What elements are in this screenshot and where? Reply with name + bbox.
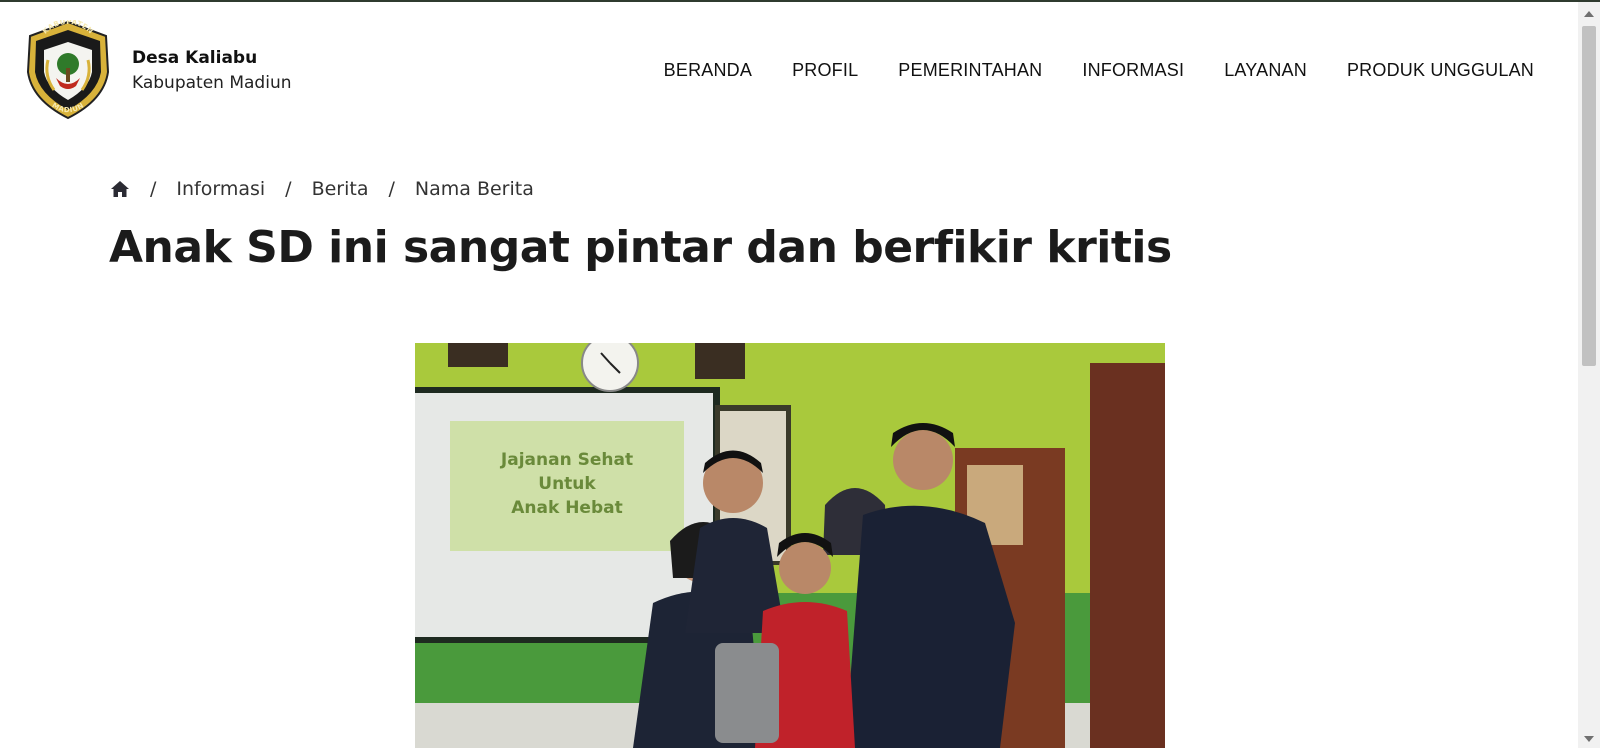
breadcrumb-informasi[interactable]: Informasi [176,178,265,200]
breadcrumb: / Informasi / Berita / Nama Berita [110,178,534,200]
nav-item-layanan[interactable]: LAYANAN [1224,60,1307,81]
nav-item-produk-unggulan[interactable]: PRODUK UNGGULAN [1347,60,1534,81]
breadcrumb-separator: / [150,178,157,200]
article-title: Anak SD ini sangat pintar dan berfikir k… [109,222,1172,273]
breadcrumb-separator: / [388,178,395,200]
main-nav: BERANDA PROFIL PEMERINTAHAN INFORMASI LA… [624,60,1534,81]
kabupaten-madiun-logo[interactable]: KABUPATEN MADIUN [24,18,112,120]
vertical-scrollbar[interactable] [1578,2,1600,748]
photo-scene: Jajanan Sehat Untuk Anak Hebat [415,343,1165,748]
breadcrumb-separator: / [285,178,292,200]
breadcrumb-current: Nama Berita [414,178,534,200]
scroll-down-arrow-icon[interactable] [1584,736,1594,742]
nav-item-beranda[interactable]: BERANDA [664,60,752,81]
brand-name: Desa Kaliabu [132,48,258,68]
logo-emblem: KABUPATEN MADIUN [26,18,110,120]
nav-item-profil[interactable]: PROFIL [792,60,858,81]
brand[interactable]: Desa Kaliabu Kabupaten Madiun [132,46,292,96]
scroll-thumb[interactable] [1582,26,1596,366]
home-icon[interactable] [110,179,130,199]
slide-line-1: Jajanan Sehat [500,450,633,470]
nav-item-informasi[interactable]: INFORMASI [1082,60,1184,81]
slide-line-3: Anak Hebat [511,498,622,518]
nav-item-pemerintahan[interactable]: PEMERINTAHAN [898,60,1042,81]
page: KABUPATEN MADIUN Desa Kaliabu Kabupaten … [0,0,1600,748]
scroll-up-arrow-icon[interactable] [1584,11,1594,17]
slide-line-2: Untuk [538,474,596,494]
breadcrumb-berita[interactable]: Berita [312,178,369,200]
brand-subtitle: Kabupaten Madiun [132,73,292,93]
article-photo: Jajanan Sehat Untuk Anak Hebat [415,343,1165,748]
site-header: KABUPATEN MADIUN Desa Kaliabu Kabupaten … [0,2,1578,136]
